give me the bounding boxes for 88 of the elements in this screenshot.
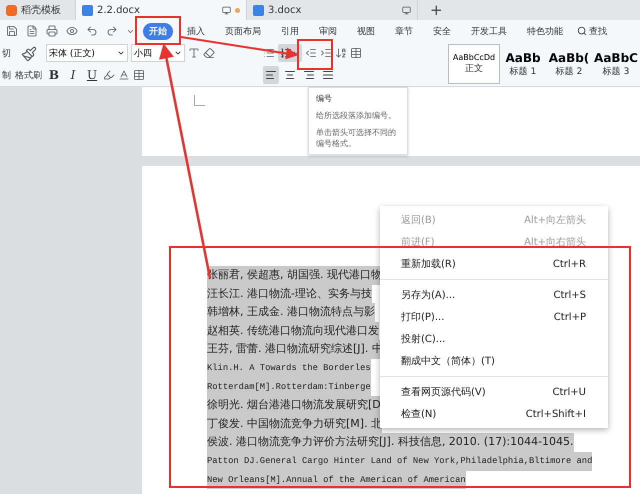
shortcut-text: Ctrl+S bbox=[553, 290, 586, 300]
tooltip-text: 单击箭头可选择不同的编号格式。 bbox=[316, 127, 397, 149]
font-family-select[interactable]: 宋体 (正文) bbox=[46, 44, 128, 62]
menu-item[interactable]: 检查(N) Ctrl+Shift+I bbox=[380, 403, 608, 425]
menu-tab[interactable]: 开始 bbox=[143, 22, 173, 40]
tooltip-text: 给所选段落添加编号。 bbox=[316, 110, 397, 121]
menu-tab[interactable]: 视图 bbox=[351, 22, 381, 40]
menu-item-label: 另存为(A)... bbox=[401, 288, 456, 302]
menu-item[interactable]: 重新加载(R) Ctrl+R bbox=[380, 253, 608, 275]
shortcut-text: Ctrl+U bbox=[552, 386, 586, 398]
copy-button[interactable]: 制 bbox=[2, 68, 11, 82]
menu-item[interactable]: 另存为(A)... Ctrl+S bbox=[380, 284, 608, 306]
align-button[interactable] bbox=[263, 66, 279, 84]
highlighter-icon[interactable] bbox=[103, 69, 115, 81]
document-tab[interactable]: 2.2.docx bbox=[76, 0, 247, 20]
tooltip-title: 编号 bbox=[316, 93, 333, 104]
caret-icon bbox=[292, 49, 300, 57]
menu-item[interactable]: 投射(C)... bbox=[380, 328, 608, 350]
style-preset[interactable]: AaBb( 标题 2 bbox=[546, 44, 592, 84]
shortcut-text: Ctrl+P bbox=[554, 312, 586, 322]
monitor-icon[interactable] bbox=[402, 6, 411, 14]
indent-decrease-icon[interactable] bbox=[305, 47, 317, 59]
align-center-icon bbox=[284, 69, 296, 81]
redo-icon[interactable] bbox=[106, 25, 118, 37]
menu-item-label: 检查(N) bbox=[401, 408, 436, 421]
menu-item-label: 前进(F) bbox=[401, 236, 435, 249]
menu-tab[interactable]: 特色功能 bbox=[521, 22, 569, 40]
document-icon[interactable] bbox=[26, 25, 38, 37]
logo-icon bbox=[6, 4, 17, 16]
preview-icon[interactable] bbox=[66, 25, 78, 37]
shortcut-text: Ctrl+Shift+I bbox=[526, 408, 586, 420]
annotation-frame bbox=[135, 16, 181, 45]
border-icon[interactable] bbox=[133, 69, 145, 81]
undo-icon[interactable] bbox=[86, 25, 98, 37]
save-icon[interactable] bbox=[6, 25, 18, 37]
search-icon bbox=[577, 26, 587, 36]
table-icon[interactable] bbox=[350, 47, 362, 59]
menu-item[interactable]: 查看网页源代码(V) Ctrl+U bbox=[380, 381, 608, 403]
document-icon bbox=[82, 4, 93, 16]
menu-tab[interactable]: 页面布局 bbox=[219, 22, 267, 40]
menu-item-label: 翻成中文（简体）(T) bbox=[401, 354, 495, 368]
print-icon[interactable] bbox=[46, 25, 58, 37]
tab-label: 3.docx bbox=[268, 4, 302, 16]
style-preset[interactable]: AaBb 标题 1 bbox=[500, 44, 546, 84]
menu-item-label: 查看网页源代码(V) bbox=[401, 386, 486, 399]
caret-icon bbox=[174, 49, 182, 57]
menu-tab[interactable]: 安全 bbox=[427, 22, 457, 40]
menu-tab[interactable]: 开发工具 bbox=[465, 22, 513, 40]
cut-button[interactable]: 切 bbox=[2, 46, 11, 60]
menu-item-label: 打印(P)... bbox=[401, 310, 444, 324]
menu-tab[interactable]: 引用 bbox=[275, 22, 305, 40]
sort-icon[interactable] bbox=[335, 47, 347, 59]
menu-tab[interactable]: 章节 bbox=[389, 22, 419, 40]
menu-tab[interactable]: 插入 bbox=[181, 22, 211, 40]
unsaved-dot-icon bbox=[235, 8, 240, 12]
eraser-icon[interactable] bbox=[203, 47, 215, 59]
shortcut-text: Alt+向左箭头 bbox=[524, 214, 586, 227]
menu-item[interactable]: 翻成中文（简体）(T) bbox=[380, 350, 608, 372]
shortcut-text: Alt+向右箭头 bbox=[524, 236, 586, 249]
tab-label: 2.2.docx bbox=[97, 4, 141, 16]
menu-item[interactable]: 打印(P)... Ctrl+P bbox=[380, 306, 608, 328]
search-button[interactable]: 查找 bbox=[577, 24, 607, 38]
align-right-icon bbox=[303, 69, 315, 81]
menu-item-label: 返回(B) bbox=[401, 214, 436, 227]
menu-tab[interactable]: 审阅 bbox=[313, 22, 343, 40]
paintbrush-icon[interactable] bbox=[20, 46, 36, 62]
margin-mark-icon bbox=[194, 95, 205, 106]
format-button[interactable]: B bbox=[46, 68, 62, 82]
shortcut-text: Ctrl+R bbox=[552, 258, 586, 270]
annotation-frame bbox=[297, 39, 333, 70]
tab-label: 稻壳模板 bbox=[21, 4, 62, 17]
align-justify-icon bbox=[322, 69, 334, 81]
menu-item-label: 重新加载(R) bbox=[401, 258, 456, 271]
document-icon bbox=[253, 4, 264, 16]
style-preset[interactable]: AaBbCcDd 正文 bbox=[448, 44, 500, 84]
new-tab-button[interactable]: + bbox=[418, 0, 455, 20]
monitor-icon[interactable] bbox=[222, 6, 231, 14]
format-button[interactable]: U bbox=[84, 68, 100, 82]
menu-item-label: 投射(C)... bbox=[401, 332, 446, 346]
caret-icon bbox=[117, 49, 125, 57]
style-preset[interactable]: AaBbC 标题 3 bbox=[592, 44, 640, 84]
numbered-list-icon bbox=[280, 47, 292, 59]
font-size-icon[interactable] bbox=[188, 47, 200, 59]
format-painter-button[interactable]: 格式刷 bbox=[15, 69, 42, 82]
align-left-icon bbox=[265, 69, 277, 81]
format-button[interactable]: I bbox=[65, 68, 81, 82]
indent-increase-icon[interactable] bbox=[320, 47, 332, 59]
font-color-icon[interactable] bbox=[118, 69, 130, 81]
